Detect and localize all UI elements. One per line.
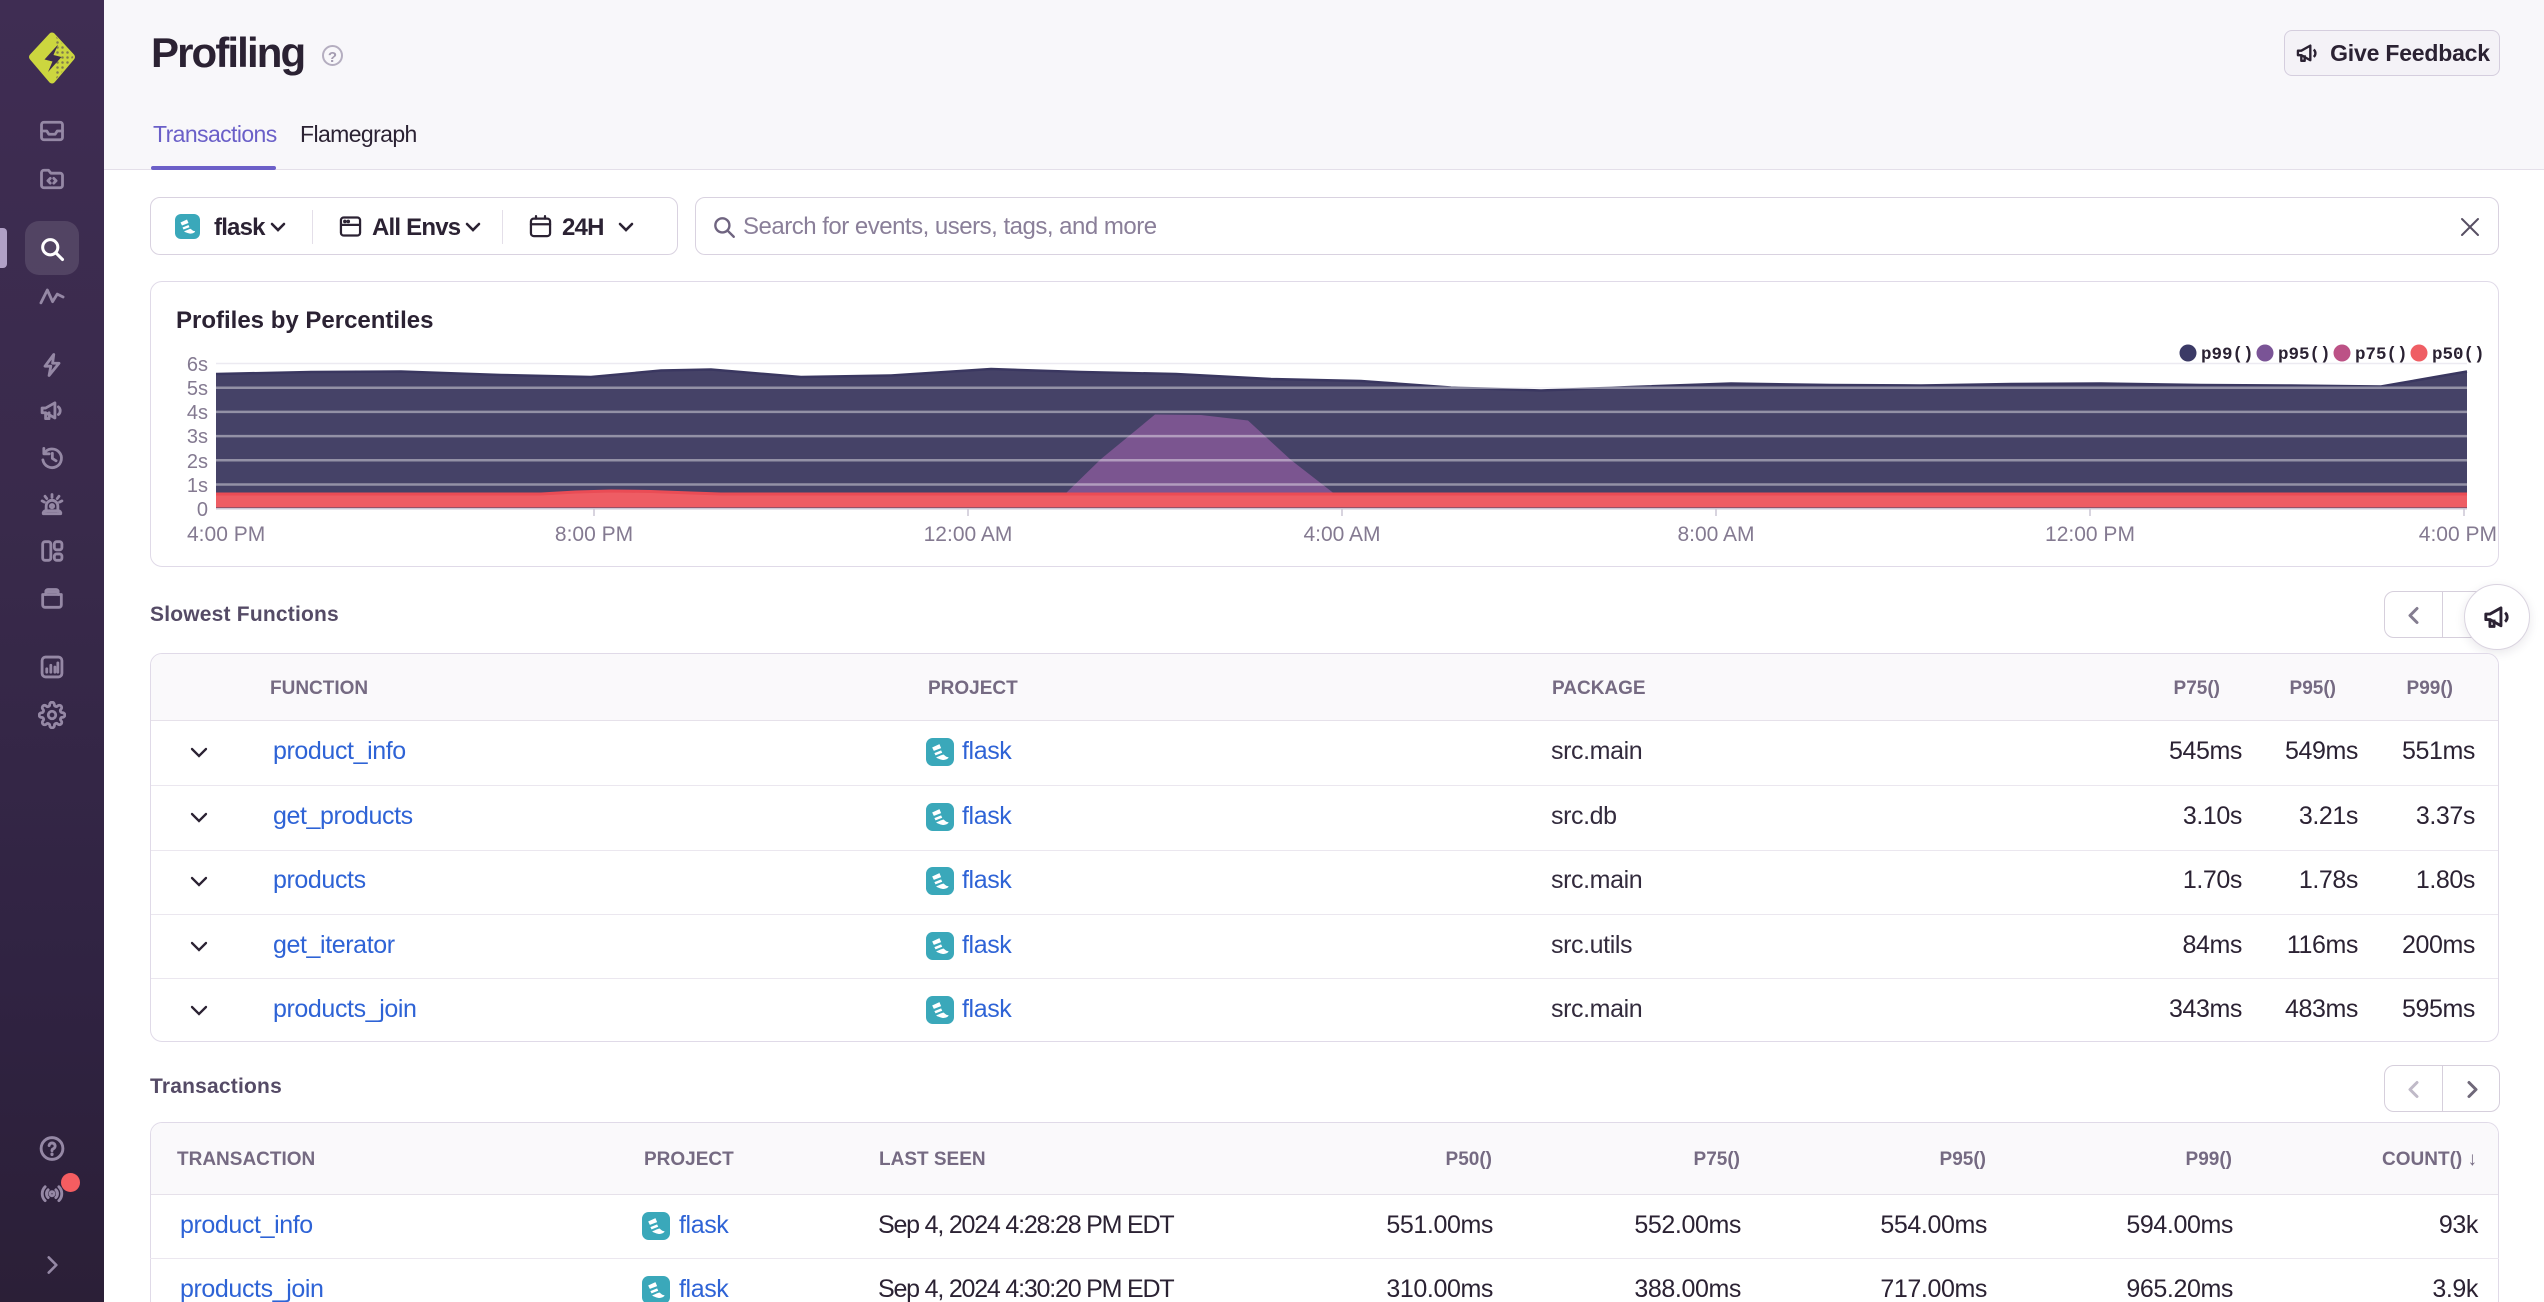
svg-text:4:00 PM: 4:00 PM <box>187 523 265 546</box>
svg-text:5s: 5s <box>187 378 208 400</box>
svg-text:4s: 4s <box>187 402 208 424</box>
svg-text:p99(): p99() <box>2201 345 2254 365</box>
svg-text:12:00 PM: 12:00 PM <box>2045 523 2135 546</box>
svg-text:12:00 AM: 12:00 AM <box>924 523 1013 546</box>
svg-text:8:00 AM: 8:00 AM <box>1677 523 1754 546</box>
svg-text:0: 0 <box>197 499 208 521</box>
svg-text:p95(): p95() <box>2278 345 2331 365</box>
svg-text:p50(): p50() <box>2432 345 2485 365</box>
svg-text:2s: 2s <box>187 451 208 473</box>
svg-text:p75(): p75() <box>2355 345 2408 365</box>
svg-text:1s: 1s <box>187 475 208 497</box>
svg-text:4:00 AM: 4:00 AM <box>1303 523 1380 546</box>
svg-text:8:00 PM: 8:00 PM <box>555 523 633 546</box>
svg-text:6s: 6s <box>187 354 208 376</box>
svg-text:3s: 3s <box>187 426 208 448</box>
svg-text:4:00 PM: 4:00 PM <box>2419 523 2497 546</box>
